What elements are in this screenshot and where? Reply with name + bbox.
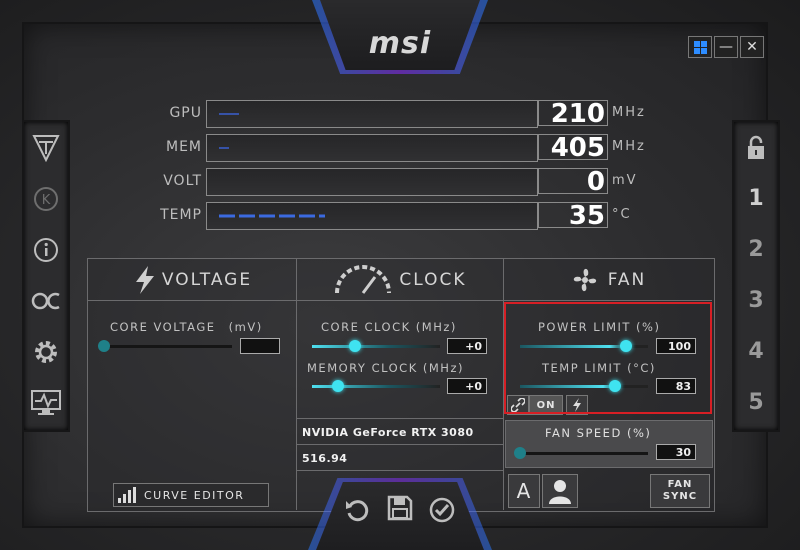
curve-editor-label: CURVE EDITOR xyxy=(144,488,245,502)
profile-2-label: 2 xyxy=(748,237,764,262)
volt-meter-value: 0 xyxy=(538,168,608,195)
windows-icon[interactable] xyxy=(688,36,712,58)
profile-5-label: 5 xyxy=(748,390,764,415)
svg-text:K: K xyxy=(42,193,51,208)
fan-sync-line-2: SYNC xyxy=(662,491,698,502)
volt-meter-unit: mV xyxy=(612,173,638,188)
lock-icon[interactable] xyxy=(734,122,778,173)
user-icon[interactable] xyxy=(542,474,578,508)
profile-4-label: 4 xyxy=(748,339,764,364)
profile-5-button[interactable]: 5 xyxy=(734,377,778,428)
fan-speed-slider[interactable] xyxy=(514,447,526,459)
profile-1-label: 1 xyxy=(748,186,764,211)
monitor-icon[interactable] xyxy=(24,377,68,428)
profile-2-button[interactable]: 2 xyxy=(734,224,778,275)
memory-clock-value[interactable]: +0 xyxy=(447,378,487,394)
apply-icon[interactable] xyxy=(427,495,457,525)
lightning-icon xyxy=(135,266,154,294)
info-divider-bottom xyxy=(297,470,503,471)
core-clock-label: CORE CLOCK (MHz) xyxy=(321,320,457,334)
temp-meter-label: TEMP xyxy=(160,207,202,223)
profile-1-button[interactable]: 1 xyxy=(734,173,778,224)
header-divider xyxy=(88,300,712,301)
temp-meter-bar xyxy=(206,202,538,230)
clock-header: CLOCK xyxy=(297,262,503,298)
minimize-button[interactable]: — xyxy=(714,36,738,58)
core-voltage-label: CORE VOLTAGE (mV) xyxy=(110,320,263,334)
memory-clock-slider[interactable] xyxy=(332,380,344,392)
fan-title: FAN xyxy=(607,270,647,290)
volt-meter-label: VOLT xyxy=(163,173,202,189)
temp-meter-unit: °C xyxy=(612,207,632,222)
gpu-meter-unit: MHz xyxy=(612,105,646,120)
oc-scanner-icon[interactable] xyxy=(24,122,68,173)
gpu-meter-label: GPU xyxy=(169,105,202,121)
core-clock-slider[interactable] xyxy=(349,340,361,352)
mem-meter-label: MEM xyxy=(165,139,202,155)
window-controls: — ✕ xyxy=(688,36,764,58)
info-icon[interactable] xyxy=(24,224,68,275)
fan-sync-line-1: FAN xyxy=(667,479,693,490)
settings-icon[interactable] xyxy=(24,326,68,377)
gpu-meter-value: 210 xyxy=(538,100,608,127)
driver-version: 516.94 xyxy=(302,452,348,465)
voltage-header: VOLTAGE xyxy=(88,262,296,298)
volt-meter-bar xyxy=(206,168,538,196)
profile-4-button[interactable]: 4 xyxy=(734,326,778,377)
oc-icon[interactable] xyxy=(24,275,68,326)
voltage-title: VOLTAGE xyxy=(161,270,253,290)
gpu-name: NVIDIA GeForce RTX 3080 xyxy=(302,426,474,439)
core-voltage-value[interactable] xyxy=(240,338,280,354)
fan-speed-track xyxy=(520,452,648,455)
fan-icon xyxy=(573,268,596,292)
core-voltage-track xyxy=(104,345,232,348)
profile-3-label: 3 xyxy=(748,288,764,313)
fan-header: FAN xyxy=(504,262,712,298)
core-clock-track xyxy=(312,345,440,348)
power-limit-highlight-box xyxy=(504,302,712,414)
fan-speed-label: FAN SPEED (%) xyxy=(545,426,652,440)
gpu-meter-bar xyxy=(206,100,538,128)
curve-editor-button[interactable]: CURVE EDITOR xyxy=(113,483,269,507)
core-voltage-label-text: CORE VOLTAGE xyxy=(110,320,216,334)
core-voltage-slider[interactable] xyxy=(98,340,110,352)
mem-meter-unit: MHz xyxy=(612,139,646,154)
temp-meter-value: 35 xyxy=(538,202,608,229)
core-clock-value[interactable]: +0 xyxy=(447,338,487,354)
memory-clock-label: MEMORY CLOCK (MHz) xyxy=(307,361,464,375)
info-divider-top xyxy=(297,418,503,419)
reset-icon[interactable] xyxy=(342,495,372,525)
mem-meter-value: 405 xyxy=(538,134,608,161)
mem-meter-bar xyxy=(206,134,538,162)
bars-icon xyxy=(118,487,136,503)
profile-3-button[interactable]: 3 xyxy=(734,275,778,326)
left-sidebar: K xyxy=(22,120,70,432)
fan-auto-button[interactable]: A xyxy=(508,474,540,508)
fan-speed-value[interactable]: 30 xyxy=(656,444,696,460)
msi-logo: msi xyxy=(368,26,432,61)
close-button[interactable]: ✕ xyxy=(740,36,764,58)
speedometer-icon xyxy=(335,265,392,294)
clock-title: CLOCK xyxy=(399,270,467,290)
save-icon[interactable] xyxy=(385,493,415,523)
msi-afterburner-window: msi — ✕ K 1 2 3 4 5 GPU 210 MHz MEM 405 … xyxy=(0,0,800,550)
core-voltage-unit: (mV) xyxy=(228,320,263,334)
k-boost-icon[interactable]: K xyxy=(24,173,68,224)
right-sidebar: 1 2 3 4 5 xyxy=(732,120,780,432)
fan-sync-button[interactable]: FAN SYNC xyxy=(650,474,710,508)
info-divider-mid xyxy=(297,444,503,445)
